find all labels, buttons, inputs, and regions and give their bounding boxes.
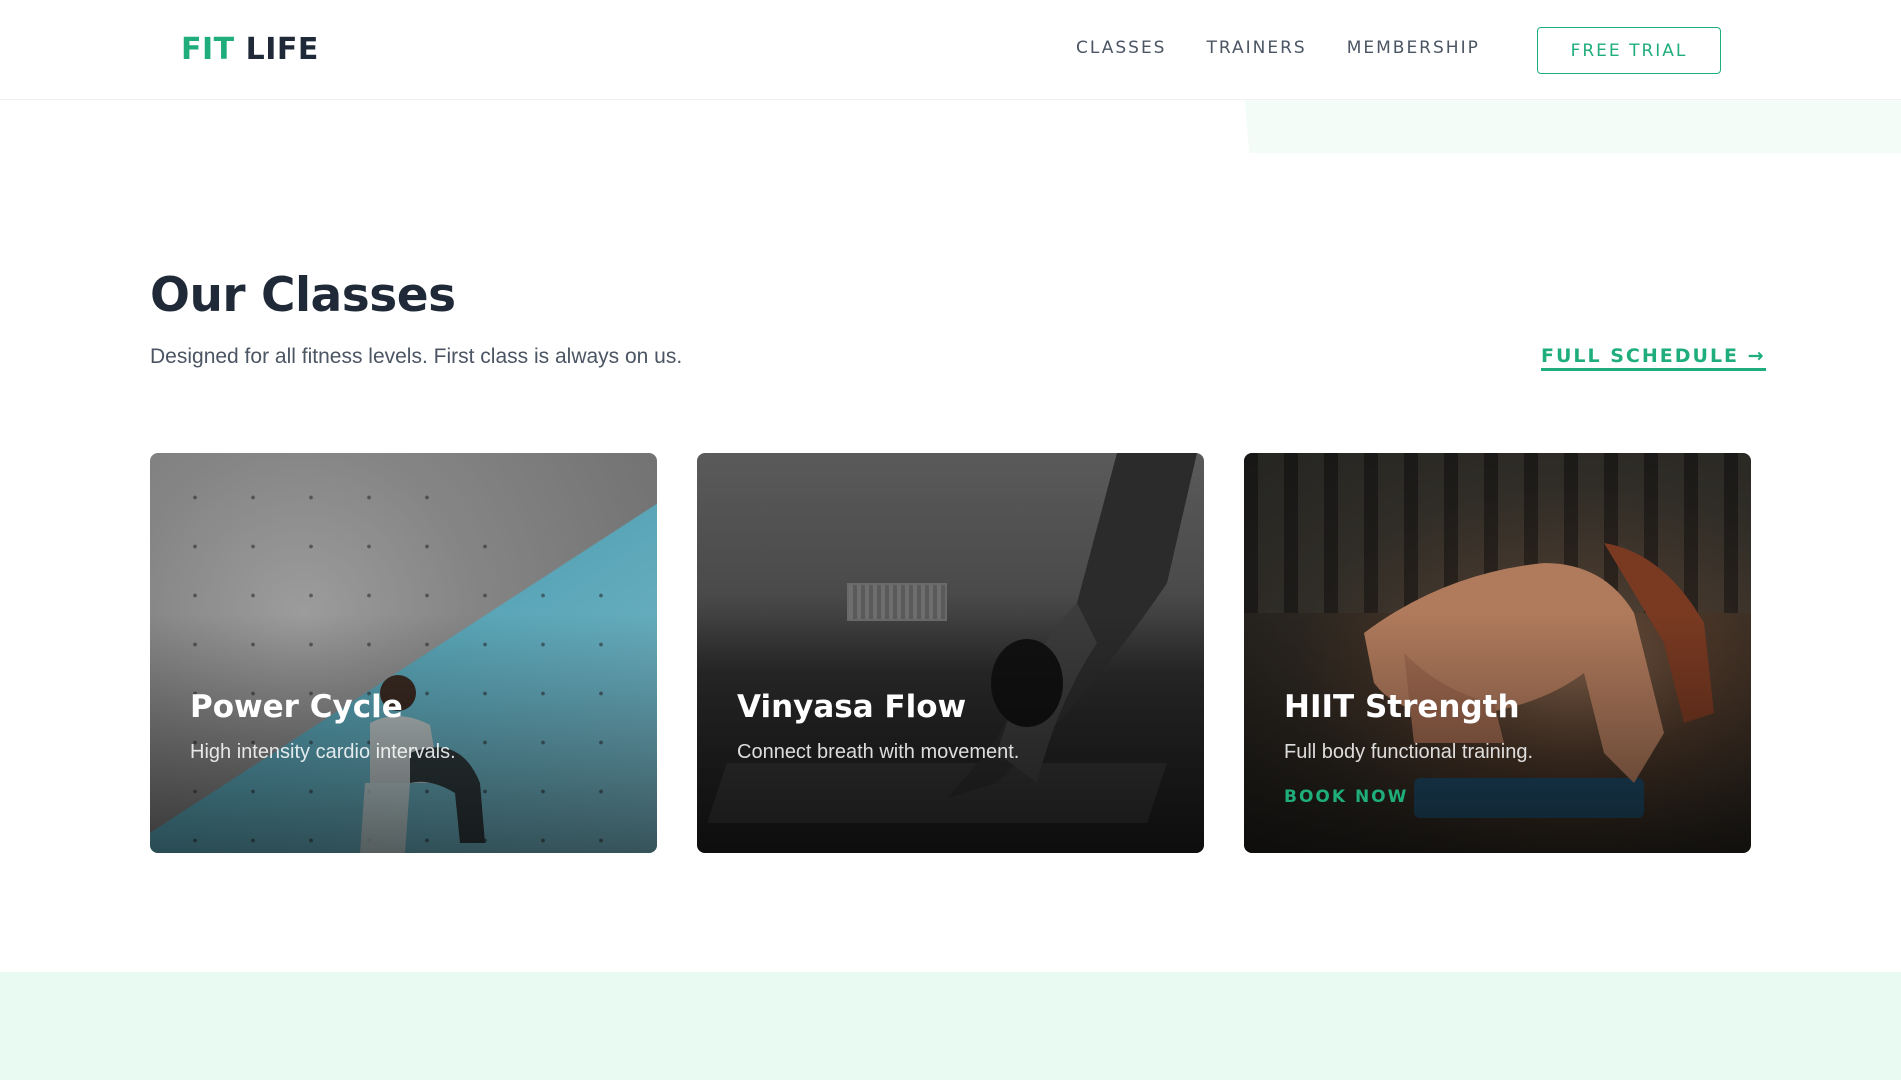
class-card-hiit-strength[interactable]: HIIT Strength Full body functional train… bbox=[1244, 453, 1751, 853]
card-overlay bbox=[150, 453, 657, 853]
page: FIT LIFE CLASSES TRAINERS MEMBERSHIP FRE… bbox=[0, 0, 1901, 1080]
nav-links: CLASSES TRAINERS MEMBERSHIP bbox=[1076, 38, 1480, 58]
class-card-title: Vinyasa Flow bbox=[737, 689, 967, 725]
top-nav: FIT LIFE CLASSES TRAINERS MEMBERSHIP FRE… bbox=[0, 0, 1901, 100]
full-schedule-link[interactable]: FULL SCHEDULE → bbox=[1541, 345, 1766, 371]
free-trial-button[interactable]: FREE TRIAL bbox=[1537, 27, 1721, 74]
book-now-link[interactable]: BOOK NOW bbox=[1284, 787, 1408, 807]
class-card-description: Full body functional training. bbox=[1284, 741, 1534, 763]
class-card-vinyasa-flow[interactable]: Vinyasa Flow Connect breath with movemen… bbox=[697, 453, 1204, 853]
class-card-title: Power Cycle bbox=[190, 689, 403, 725]
nav-link-membership[interactable]: MEMBERSHIP bbox=[1347, 38, 1480, 58]
section-title: Our Classes bbox=[150, 268, 456, 323]
nav-link-classes[interactable]: CLASSES bbox=[1076, 38, 1166, 58]
logo[interactable]: FIT LIFE bbox=[181, 30, 319, 70]
section-subtitle: Designed for all fitness levels. First c… bbox=[150, 345, 683, 368]
next-section-band bbox=[0, 972, 1901, 1080]
class-card-description: High intensity cardio intervals. bbox=[190, 741, 456, 763]
class-card-description: Connect breath with movement. bbox=[737, 741, 1020, 763]
logo-part-fit: FIT bbox=[181, 32, 235, 67]
logo-part-life: LIFE bbox=[245, 32, 319, 67]
class-card-power-cycle[interactable]: Power Cycle High intensity cardio interv… bbox=[150, 453, 657, 853]
nav-link-trainers[interactable]: TRAINERS bbox=[1206, 38, 1306, 58]
card-overlay bbox=[697, 453, 1204, 853]
class-card-title: HIIT Strength bbox=[1284, 689, 1520, 725]
